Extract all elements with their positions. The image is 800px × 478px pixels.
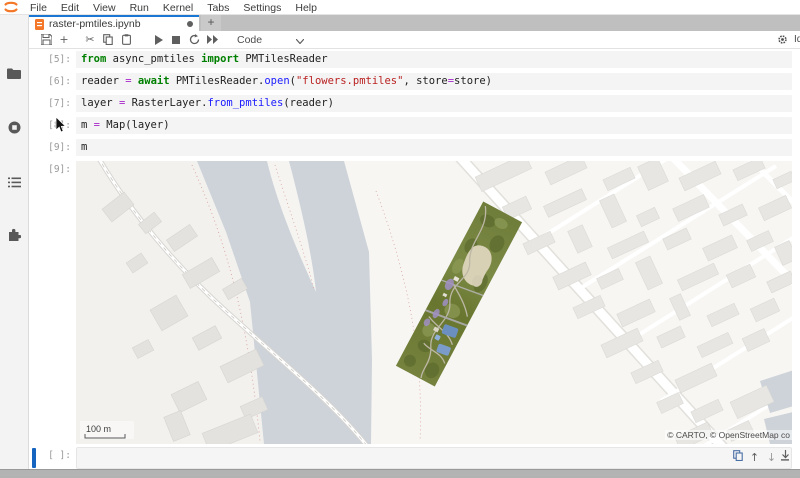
kernel-status-label: Id [794, 34, 800, 45]
mouse-cursor [55, 117, 66, 133]
extension-manager-icon[interactable] [0, 220, 28, 248]
restart-kernel-button[interactable] [185, 32, 203, 47]
code-cell-editor[interactable]: layer = RasterLayer.from_pmtiles(reader) [76, 95, 792, 112]
insert-cell-button[interactable]: + [55, 32, 73, 47]
insert-cell-below-icon[interactable] [780, 450, 789, 464]
notebook-content: [5]:from async_pmtiles import PMTilesRea… [29, 48, 800, 470]
running-sessions-icon[interactable] [0, 113, 28, 141]
kernel-status-gear-icon[interactable] [777, 34, 788, 45]
code-cell-editor[interactable]: m = Map(layer) [76, 117, 792, 134]
copy-cells-button[interactable] [99, 32, 117, 47]
chevron-down-icon[interactable] [296, 31, 304, 49]
menu-run[interactable]: Run [123, 2, 156, 14]
save-button[interactable] [37, 32, 55, 47]
execution-count: [9]: [29, 139, 76, 156]
menu-tabs[interactable]: Tabs [200, 2, 236, 14]
tab-title: raster-pmtiles.ipynb [49, 18, 181, 30]
execution-count: [7]: [29, 95, 76, 112]
code-cell-editor[interactable]: from async_pmtiles import PMTilesReader [76, 51, 792, 68]
run-cell-button[interactable] [149, 32, 167, 47]
menu-help[interactable]: Help [288, 2, 324, 14]
tab-bar: raster-pmtiles.ipynb + [29, 15, 800, 31]
empty-cell: [ ]: ↑ ↓ [29, 447, 800, 469]
left-sidebar [0, 15, 29, 470]
jupyter-logo-icon [3, 1, 19, 13]
output-prompt: [9]: [29, 161, 76, 444]
execution-count: [6]: [29, 73, 76, 90]
execution-count: [5]: [29, 51, 76, 68]
menu-kernel[interactable]: Kernel [156, 2, 200, 14]
menu-edit[interactable]: Edit [54, 2, 86, 14]
code-cell-row: [8]:m = Map(layer) [29, 117, 800, 134]
table-of-contents-icon[interactable] [0, 168, 28, 196]
menu-items: FileEditViewRunKernelTabsSettingsHelp [23, 0, 324, 16]
cell-toolbar: ↑ ↓ [729, 450, 789, 464]
file-browser-icon[interactable] [0, 59, 28, 87]
duplicate-cell-icon[interactable] [729, 450, 746, 464]
basemap: 100 m [76, 161, 792, 444]
empty-cell-editor[interactable]: ↑ ↓ [76, 447, 792, 469]
menu-bar: FileEditViewRunKernelTabsSettingsHelp [0, 0, 800, 15]
output-area: [9]: [29, 161, 800, 444]
menu-settings[interactable]: Settings [236, 2, 288, 14]
code-cell-row: [5]:from async_pmtiles import PMTilesRea… [29, 51, 800, 68]
new-tab-button[interactable]: + [201, 15, 221, 31]
notebook-icon [35, 19, 44, 30]
cut-cells-button[interactable]: ✂ [81, 32, 99, 47]
map-output[interactable]: 100 m © CARTO, © OpenStreetMap co [76, 161, 792, 444]
move-cell-down-icon[interactable]: ↓ [763, 451, 780, 464]
cell-type-dropdown[interactable]: Code [237, 34, 262, 46]
notebook-toolbar: + ✂ Code Id [29, 31, 800, 49]
code-cell-editor[interactable]: m [76, 139, 792, 156]
jupyterlab-window: FileEditViewRunKernelTabsSettingsHelp [0, 0, 800, 478]
active-cell-indicator [32, 448, 36, 468]
code-cell-row: [6]:reader = await PMTilesReader.open("f… [29, 73, 800, 90]
interrupt-kernel-button[interactable] [167, 32, 185, 47]
code-cell-row: [9]:m [29, 139, 800, 156]
code-cell-editor[interactable]: reader = await PMTilesReader.open("flowe… [76, 73, 792, 90]
run-all-cells-button[interactable] [203, 32, 221, 47]
scale-control: 100 m [80, 421, 134, 439]
menu-file[interactable]: File [23, 2, 54, 14]
paste-cells-button[interactable] [117, 32, 135, 47]
tab-raster-pmtiles[interactable]: raster-pmtiles.ipynb [29, 15, 199, 31]
move-cell-up-icon[interactable]: ↑ [746, 451, 763, 464]
map-attribution[interactable]: © CARTO, © OpenStreetMap co [665, 430, 792, 440]
scale-label: 100 m [86, 424, 111, 434]
code-cell-row: [7]:layer = RasterLayer.from_pmtiles(rea… [29, 95, 800, 112]
status-bar [0, 469, 800, 478]
unsaved-changes-dot[interactable] [187, 21, 193, 27]
code-cells: [5]:from async_pmtiles import PMTilesRea… [29, 48, 800, 156]
menu-view[interactable]: View [86, 2, 123, 14]
execution-count: [8]: [29, 117, 76, 134]
empty-cell-prompt: [ ]: [29, 447, 76, 469]
